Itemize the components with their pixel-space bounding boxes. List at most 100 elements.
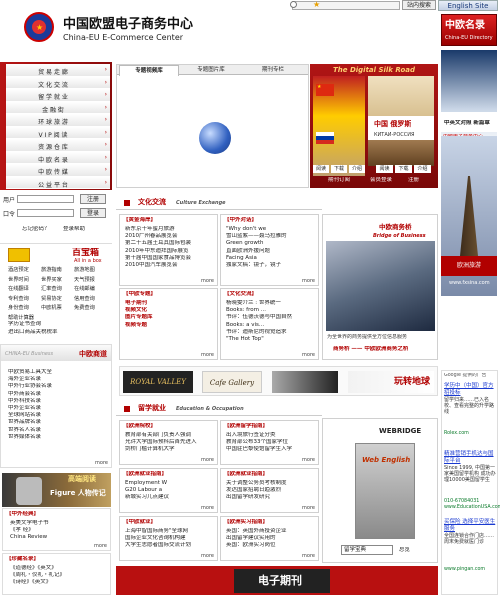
eu-business-more[interactable]: more xyxy=(95,460,108,466)
business-list-item[interactable]: 中外行业协会名录 xyxy=(8,383,108,390)
nav-item-1[interactable]: 文 化 交 流 › xyxy=(6,76,110,89)
study-list-item[interactable]: 发达国家招聘日趋激烈 xyxy=(226,487,318,494)
business-list-item[interactable]: 中外商会名录 xyxy=(8,391,108,398)
webridge-book[interactable]: Web English xyxy=(355,443,415,539)
culture-topic-item[interactable]: 视频文化 xyxy=(125,307,217,314)
culture-list-item[interactable]: 新东京十年蜜月旅游 xyxy=(125,226,217,233)
video-player[interactable] xyxy=(119,77,306,187)
culture-topic-item[interactable]: 图片专题库 xyxy=(125,314,217,321)
study-col6-more[interactable]: more xyxy=(302,553,315,559)
business-list-item[interactable]: 世界媒体名录 xyxy=(8,434,108,441)
culture-list-item[interactable]: 第二十五届土耳其国际包装 xyxy=(125,240,217,247)
study-list-item[interactable]: 出国留学建议实用的 xyxy=(226,535,318,542)
toolbox-item[interactable]: 在线邮编 xyxy=(74,285,95,292)
english-site-link[interactable]: English Site xyxy=(438,0,498,11)
study-col1-more[interactable]: more xyxy=(201,457,214,463)
culture-list-item[interactable]: 书评：伍德沃德与中国自然 xyxy=(226,314,318,321)
study-list-item[interactable]: 剑桥门槛计算机大学 xyxy=(125,446,217,453)
study-list-item[interactable]: 上海中智国际商务"全球网 xyxy=(125,528,217,535)
tab-images[interactable]: 专题图片库 xyxy=(181,65,241,75)
study-list-item[interactable]: 出国留学研发研究 xyxy=(226,494,318,501)
study-list-item[interactable]: 英国：欧洲实习岗位 xyxy=(226,542,318,549)
nav-item-4[interactable]: 环 球 旅 游 › xyxy=(6,114,110,127)
bridge-image[interactable] xyxy=(326,241,435,331)
toolbox-extra-1[interactable]: 学历证书查询 xyxy=(8,321,41,328)
bridge-link[interactable]: 商务桥 —— 中欧欧洲商务之桥 xyxy=(333,346,408,353)
culture-list-item[interactable]: Books: a vis... xyxy=(226,322,318,329)
study-list-item[interactable]: 教育部公布33个国家学位 xyxy=(226,439,318,446)
culture-topic-item[interactable]: 视频专题 xyxy=(125,322,217,329)
right-ad-2[interactable]: 中英文对照 新篇章 xyxy=(441,112,497,132)
study-col4-more[interactable]: more xyxy=(302,505,315,511)
toolbox-item[interactable]: 中欧机票 xyxy=(41,304,62,311)
google-ad-url[interactable]: Rolex.com xyxy=(444,431,497,437)
culture-list-item[interactable]: Books: from ... xyxy=(226,307,318,314)
study-list-item[interactable]: 出入境旅行签证分类 xyxy=(226,432,318,439)
guide-go-link[interactable]: 总览 xyxy=(399,547,410,554)
toolbox-item[interactable]: 汇率查询 xyxy=(41,285,62,292)
nav-item-5[interactable]: V I P 阅 读 › xyxy=(6,126,110,139)
subscribe-link[interactable]: 期刊订阅 xyxy=(328,177,350,184)
toolbox-item[interactable]: 免费查询 xyxy=(74,304,95,311)
classics-item[interactable]: 《孝 经》 xyxy=(10,527,110,534)
cover1-intro[interactable]: 介绍 xyxy=(349,165,365,173)
royal-valley-ad[interactable]: ROYAL VALLEY xyxy=(123,371,193,393)
forgot-password-link[interactable]: 忘记密码？ xyxy=(22,226,50,233)
right-ad-1[interactable]: 中欧电子商务中心 xyxy=(441,50,497,150)
cover2-intro[interactable]: 介绍 xyxy=(414,165,431,173)
culture-list-item[interactable]: "Why don't we xyxy=(226,226,318,233)
study-list-item[interactable]: 英国：英国外商投资企业 xyxy=(226,528,318,535)
business-list-item[interactable]: 海外企业名录 xyxy=(8,376,108,383)
toolbox-item[interactable]: 世界买家 xyxy=(41,276,62,283)
business-list-item[interactable]: 世界名人名录 xyxy=(8,427,108,434)
people-banner[interactable]: 高端阅读 Figure 人物传记 xyxy=(2,473,111,507)
google-ad-title[interactable]: 学历中（中国）官方招投标 xyxy=(444,383,497,396)
culture-list-item[interactable]: 雪山蓝紫——聂马拉雅的 xyxy=(226,233,318,240)
classics-item[interactable]: 英美文学电子书 xyxy=(10,520,110,527)
classics-item[interactable]: China Review xyxy=(10,534,110,541)
bottom-banner[interactable]: 电子期刊 xyxy=(116,566,438,595)
toolbox-item[interactable]: 专利查询 xyxy=(8,295,29,302)
nav-item-2[interactable]: 留 学 就 业 › xyxy=(6,89,110,102)
culture-list-item[interactable]: 独家文稿：镜子，镜子 xyxy=(226,262,318,269)
person-ad[interactable] xyxy=(272,371,338,393)
business-list-item[interactable]: 中外企业名录 xyxy=(8,405,108,412)
site-logo[interactable]: ★ xyxy=(24,12,54,42)
nav-item-7[interactable]: 中 欧 名 录 › xyxy=(6,151,110,164)
google-ad-title[interactable]: 买保险 选择平安医生服务 xyxy=(444,519,497,532)
toolbox-item[interactable]: 在线翻译 xyxy=(8,285,29,292)
culture-topic-item[interactable]: 电子期刊 xyxy=(125,300,217,307)
study-col2-more[interactable]: more xyxy=(302,457,315,463)
toolbox-item[interactable]: 身份查询 xyxy=(8,304,29,311)
toolbox-item[interactable]: 旅游指南 xyxy=(41,266,62,273)
right-ad-tower[interactable]: 欧洲旅游 www.fxsina.com xyxy=(441,136,497,296)
collection-item[interactable]: 《道德经》《英文》 xyxy=(10,565,110,572)
toolbox-item[interactable]: 帮助计算器 xyxy=(8,314,34,321)
culture-col2-more[interactable]: more xyxy=(302,278,315,284)
culture-list-item[interactable]: 第十届中国国家食品博览会 xyxy=(125,255,217,262)
study-list-item[interactable]: 大学生志愿者国际交流计划 xyxy=(125,542,217,549)
username-field[interactable] xyxy=(17,195,74,203)
search-button[interactable]: 站内搜索 xyxy=(402,0,436,10)
google-ad-title[interactable]: 精准营销手机达与国际平台 xyxy=(444,451,497,464)
cover2-read[interactable]: 阅读 xyxy=(376,165,393,173)
tab-periodicals[interactable]: 期刊专栏 xyxy=(243,65,303,75)
world-fun-ad[interactable]: 玩转地球 xyxy=(348,371,434,393)
toolbox-item[interactable]: 旅游地图 xyxy=(74,266,95,273)
study-col5-more[interactable]: more xyxy=(201,553,214,559)
nav-item-3[interactable]: 金 融 街 › xyxy=(6,101,110,114)
silk-register-link[interactable]: 注册 xyxy=(408,177,419,184)
culture-list-item[interactable]: 直面欧洲外援问题 xyxy=(226,248,318,255)
culture-list-item[interactable]: 2010年中东迪拜国际展览 xyxy=(125,248,217,255)
collection-item[interactable]: 《诗经》《英文》 xyxy=(10,579,110,586)
business-list-item[interactable]: 世界品牌名录 xyxy=(8,419,108,426)
toolbox-item[interactable]: 信用查询 xyxy=(74,295,95,302)
nav-item-8[interactable]: 中 欧 传 媒 › xyxy=(6,164,110,177)
toolbox-item[interactable]: 酒店预定 xyxy=(8,266,29,273)
culture-col4-more[interactable]: more xyxy=(302,352,315,358)
register-button[interactable]: 注册 xyxy=(80,194,106,204)
magazine-cover-1[interactable]: ★ xyxy=(313,76,365,176)
classics-more[interactable]: more xyxy=(94,543,107,549)
password-field[interactable] xyxy=(17,209,74,217)
google-ad-url[interactable]: www.pingan.com xyxy=(444,567,497,573)
